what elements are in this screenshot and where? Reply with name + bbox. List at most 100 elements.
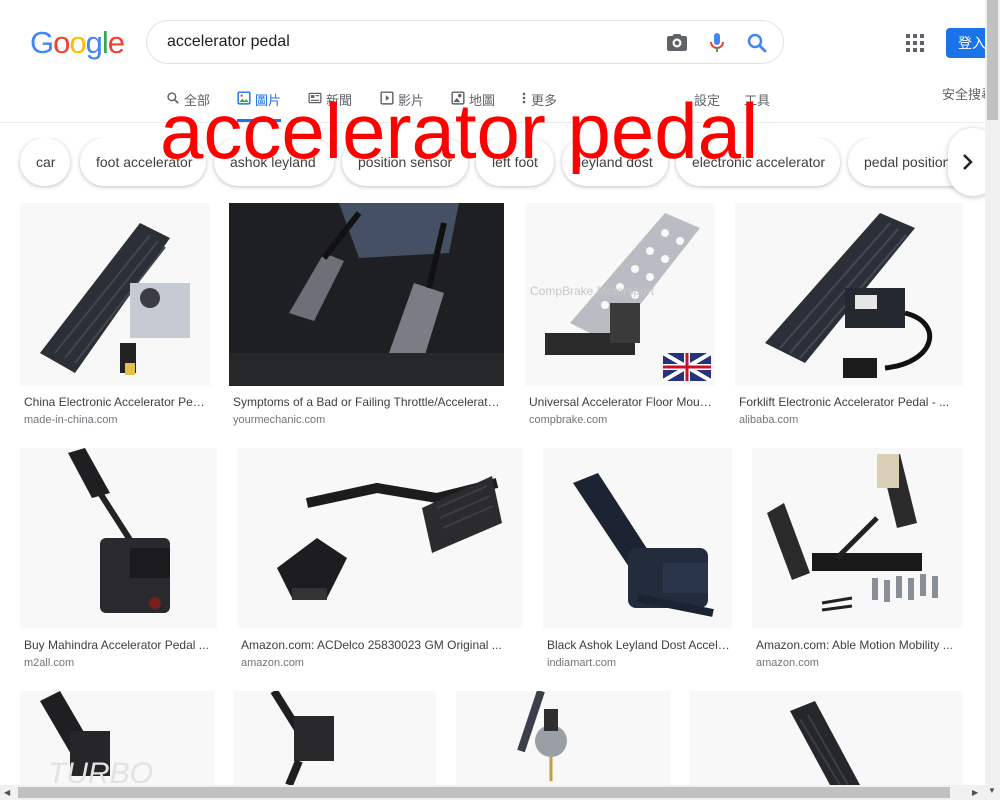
tab-images[interactable]: 圖片 [237,90,282,122]
result-source: amazon.com [241,657,304,669]
settings-link[interactable]: 設定 [694,90,720,109]
result-source: alibaba.com [739,414,799,426]
result-title[interactable]: Universal Accelerator Floor Mount ... [529,395,713,409]
tab-label: 圖片 [255,93,282,108]
search-box[interactable]: accelerator pedal [146,20,784,64]
car-pedals-image [229,203,504,386]
image-result[interactable]: Buy Mahindra Accelerator Pedal ... m2all… [20,448,217,678]
pedal-image [40,223,190,375]
scroll-left-icon[interactable]: ◀ [4,788,10,797]
result-thumbnail[interactable] [543,448,732,628]
result-thumbnail[interactable] [20,203,210,386]
image-result[interactable]: Symptoms of a Bad or Failing Throttle/Ac… [229,203,504,433]
watermark-text: CompBrake Motorsport [530,284,655,298]
chip[interactable]: car [20,138,70,186]
pedal-image: TURBO [40,691,153,785]
search-icon[interactable] [745,31,769,55]
logo-letter: G [30,25,54,60]
image-result[interactable] [690,691,963,785]
google-logo[interactable]: Google [30,25,125,61]
image-result[interactable] [456,691,670,785]
chip[interactable]: foot accelerator [80,138,206,186]
result-source: m2all.com [24,657,75,669]
result-source: made-in-china.com [24,414,118,426]
news-icon [308,92,322,104]
logo-letter: g [85,25,103,60]
microphone-icon[interactable] [705,31,729,55]
search-input[interactable]: accelerator pedal [167,33,290,51]
tab-news[interactable]: 新聞 [308,90,352,122]
pedal-image [790,701,860,785]
result-thumbnail[interactable]: TURBO [20,691,214,785]
chip[interactable]: leyland dost [562,138,668,186]
chip[interactable]: ashok leyland [214,138,334,186]
result-thumbnail[interactable] [690,691,963,785]
result-title[interactable]: Black Ashok Leyland Dost Accelerator ... [547,638,731,652]
result-title[interactable]: Amazon.com: ACDelco 25830023 GM Original… [241,638,519,652]
tab-label: 地圖 [469,93,496,108]
tab-videos[interactable]: 影片 [380,90,424,122]
result-source: compbrake.com [529,414,608,426]
result-thumbnail[interactable] [752,448,963,628]
result-title[interactable]: Forklift Electronic Accelerator Pedal - … [739,395,961,409]
map-icon [451,91,465,105]
tab-more[interactable]: 更多 [521,90,557,122]
tab-label: 新聞 [326,93,353,108]
result-thumbnail[interactable] [234,691,436,785]
related-searches-chips: car foot accelerator ashok leyland posit… [0,138,985,190]
chip[interactable]: electronic accelerator [676,138,840,186]
result-thumbnail[interactable] [456,691,670,785]
result-title[interactable]: Buy Mahindra Accelerator Pedal ... [24,638,214,652]
search-icon [167,92,179,104]
tab-label: 更多 [531,93,558,108]
camera-icon[interactable] [665,31,689,55]
pedal-image [765,213,933,378]
image-result[interactable]: TURBO [20,691,214,785]
result-thumbnail[interactable] [229,203,504,386]
result-title[interactable]: Symptoms of a Bad or Failing Throttle/Ac… [233,395,501,409]
tab-label: 影片 [398,93,425,108]
video-icon [380,91,394,105]
tab-label: 全部 [184,93,211,108]
image-result[interactable]: Amazon.com: Able Motion Mobility ... ama… [752,448,963,678]
image-result[interactable]: Forklift Electronic Accelerator Pedal - … [735,203,963,433]
result-source: indiamart.com [547,657,617,669]
scroll-down-icon[interactable]: ▼ [988,786,996,795]
result-thumbnail[interactable] [735,203,963,386]
vertical-scrollbar[interactable] [985,0,1000,800]
pedal-image [517,691,567,781]
pedal-image: CompBrake Motorsport [530,213,713,383]
image-result[interactable]: CompBrake Motorsport Universal Accelerat… [525,203,715,433]
image-result[interactable]: China Electronic Accelerator Pedal ... m… [20,203,210,433]
pedal-image [277,476,502,600]
apps-grid-icon[interactable] [906,34,924,52]
image-icon [237,91,251,105]
result-thumbnail[interactable] [237,448,523,628]
image-result[interactable] [234,691,436,785]
watermark-text: TURBO [48,757,153,785]
more-vert-icon [522,92,526,104]
logo-letter: o [53,25,70,60]
result-title[interactable]: China Electronic Accelerator Pedal ... [24,395,208,409]
result-title[interactable]: Amazon.com: Able Motion Mobility ... [756,638,961,652]
result-source: yourmechanic.com [233,414,326,426]
pedal-image [68,448,170,613]
pedal-image [573,473,714,617]
tools-link[interactable]: 工具 [744,90,770,109]
chip[interactable]: position sensor [342,138,468,186]
logo-letter: o [69,25,86,60]
tab-maps[interactable]: 地圖 [451,90,495,122]
result-source: amazon.com [756,657,819,669]
image-result[interactable]: Black Ashok Leyland Dost Accelerator ...… [543,448,732,678]
hand-control-kit-image [767,454,938,612]
result-thumbnail[interactable]: CompBrake Motorsport [525,203,715,386]
horizontal-scrollbar-thumb[interactable] [18,787,950,798]
tab-all[interactable]: 全部 [166,90,210,122]
result-thumbnail[interactable] [20,448,217,628]
vertical-scrollbar-thumb[interactable] [987,0,998,120]
pedal-image [270,691,334,785]
chip[interactable]: left foot [476,138,554,186]
scroll-right-icon[interactable]: ▶ [972,788,978,797]
image-result[interactable]: Amazon.com: ACDelco 25830023 GM Original… [237,448,523,678]
logo-letter: e [107,25,125,60]
